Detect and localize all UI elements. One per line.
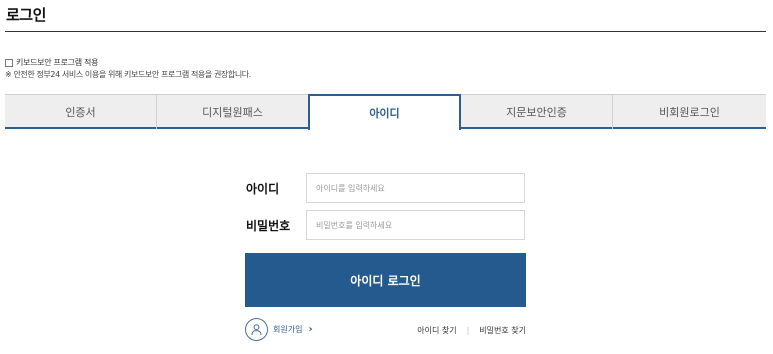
title-divider [5, 31, 766, 32]
id-label: 아이디 [246, 182, 280, 196]
password-input[interactable] [306, 210, 525, 240]
find-id-link[interactable]: 아이디 찾기 [417, 325, 456, 336]
tab-fingerprint-auth[interactable]: 지문보안인증 [461, 94, 613, 129]
tab-id[interactable]: 아이디 [308, 94, 461, 130]
link-separator: | [466, 326, 470, 335]
chevron-right-icon: › [308, 324, 313, 335]
keyboard-security-option[interactable]: 키보드보안 프로그램 적용 [5, 57, 98, 68]
id-login-button[interactable]: 아이디 로그인 [245, 253, 526, 307]
find-account-links: 아이디 찾기 | 비밀번호 찾기 [417, 325, 526, 336]
signup-link[interactable]: 회원가입 › [245, 318, 313, 341]
keyboard-security-notice: ※ 안전한 정부24 서비스 이용을 위해 키보드보안 프로그램 적용을 권장합… [5, 70, 251, 79]
tab-guest-login[interactable]: 비회원로그인 [613, 94, 766, 129]
keyboard-security-checkbox[interactable] [5, 58, 13, 67]
find-password-link[interactable]: 비밀번호 찾기 [479, 325, 526, 336]
page-title: 로그인 [6, 6, 46, 24]
password-label: 비밀번호 [246, 219, 291, 233]
person-icon [245, 318, 268, 341]
signup-label[interactable]: 회원가입 [273, 324, 302, 335]
id-input[interactable] [306, 173, 525, 203]
login-method-tabs: 인증서 디지털원패스 아이디 지문보안인증 비회원로그인 [5, 94, 766, 130]
tab-certificate[interactable]: 인증서 [5, 94, 157, 129]
keyboard-security-label[interactable]: 키보드보안 프로그램 적용 [16, 57, 98, 68]
tab-digital-onepass[interactable]: 디지털원패스 [157, 94, 308, 129]
